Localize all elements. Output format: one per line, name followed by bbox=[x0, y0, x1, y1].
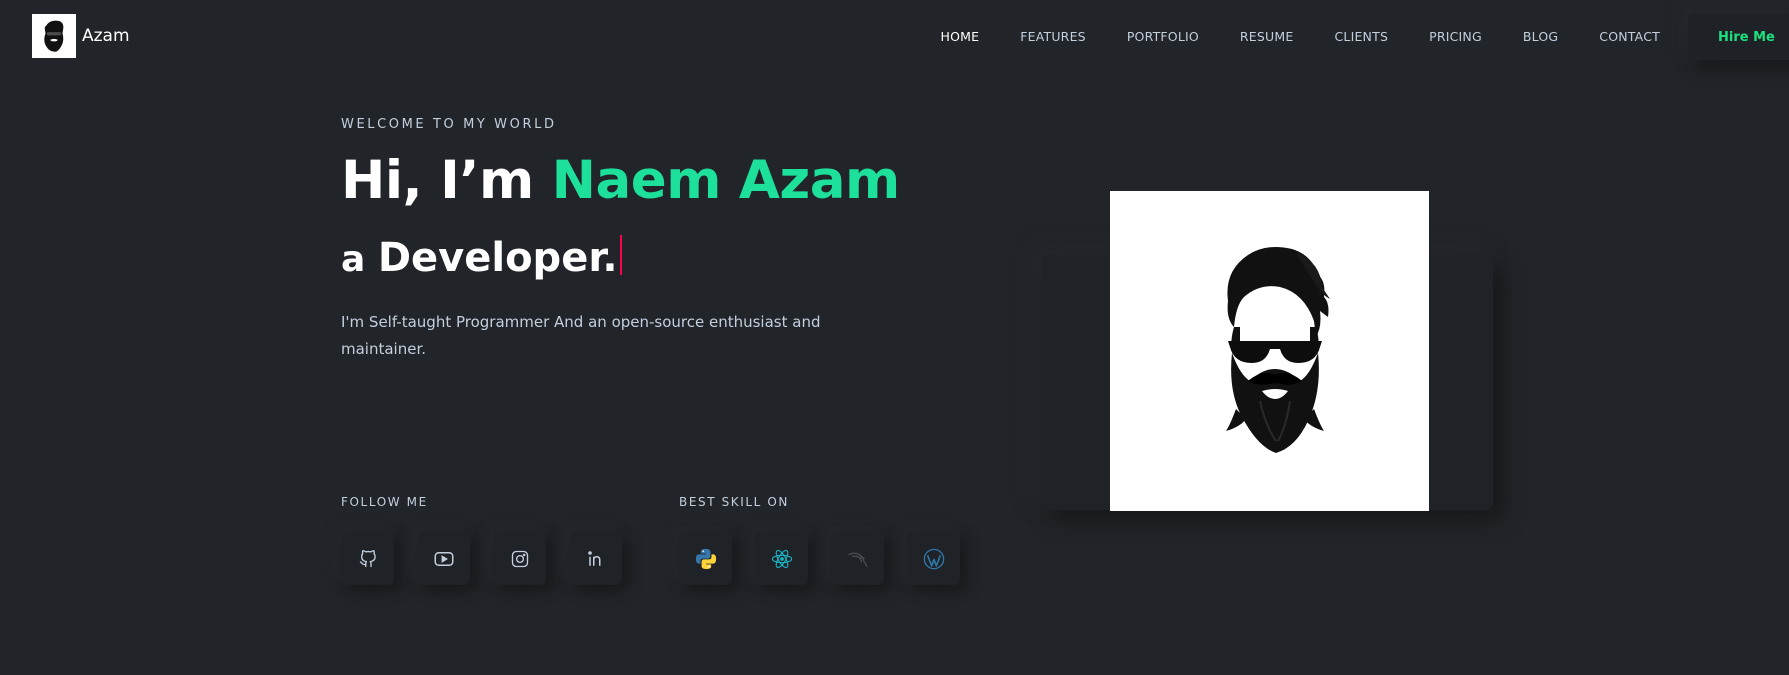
header: Azam HOME FEATURES PORTFOLIO RESUME CLIE… bbox=[0, 0, 1789, 72]
nav-clients[interactable]: CLIENTS bbox=[1334, 29, 1388, 44]
greeting-text: Hi, I’m bbox=[341, 150, 552, 211]
nav-contact[interactable]: CONTACT bbox=[1599, 29, 1660, 44]
nav-portfolio[interactable]: PORTFOLIO bbox=[1127, 29, 1199, 44]
nav-home[interactable]: HOME bbox=[941, 29, 980, 44]
page: Azam HOME FEATURES PORTFOLIO RESUME CLIE… bbox=[0, 0, 1789, 675]
skill-icons bbox=[679, 532, 983, 585]
bearded-man-illustration-icon bbox=[1225, 247, 1330, 453]
kali-linux-icon[interactable] bbox=[831, 532, 884, 585]
main-nav: HOME FEATURES PORTFOLIO RESUME CLIENTS P… bbox=[920, 0, 1680, 72]
linkedin-icon[interactable] bbox=[569, 532, 622, 585]
hero-description: I'm Self-taught Programmer And an open-s… bbox=[341, 313, 821, 358]
wordpress-icon[interactable] bbox=[907, 532, 960, 585]
skills-label: BEST SKILL ON bbox=[679, 495, 790, 509]
github-icon[interactable] bbox=[341, 532, 394, 585]
nav-resume[interactable]: RESUME bbox=[1240, 29, 1294, 44]
welcome-tagline: WELCOME TO MY WORLD bbox=[341, 117, 557, 132]
hero-name: Naem Azam bbox=[551, 150, 901, 211]
instagram-icon[interactable] bbox=[493, 532, 546, 585]
hero-title: Hi, I’m Naem Azam bbox=[341, 150, 900, 211]
nav-features[interactable]: FEATURES bbox=[1020, 29, 1086, 44]
react-icon[interactable] bbox=[755, 532, 808, 585]
nav-pricing[interactable]: PRICING bbox=[1429, 29, 1482, 44]
logo-text: Azam bbox=[82, 26, 130, 46]
typing-cursor bbox=[619, 235, 622, 275]
hero-role: a Developer. bbox=[341, 235, 622, 281]
logo[interactable]: Azam bbox=[32, 14, 130, 58]
follow-label: FOLLOW ME bbox=[341, 495, 428, 509]
youtube-icon[interactable] bbox=[417, 532, 470, 585]
hire-me-button[interactable]: Hire Me bbox=[1688, 14, 1789, 60]
profile-photo bbox=[1110, 191, 1429, 511]
python-icon[interactable] bbox=[679, 532, 732, 585]
nav-blog[interactable]: BLOG bbox=[1523, 29, 1558, 44]
logo-avatar-icon bbox=[32, 14, 76, 58]
role-text: Developer. bbox=[377, 235, 618, 281]
social-links bbox=[341, 532, 645, 585]
role-prefix: a bbox=[341, 239, 378, 280]
